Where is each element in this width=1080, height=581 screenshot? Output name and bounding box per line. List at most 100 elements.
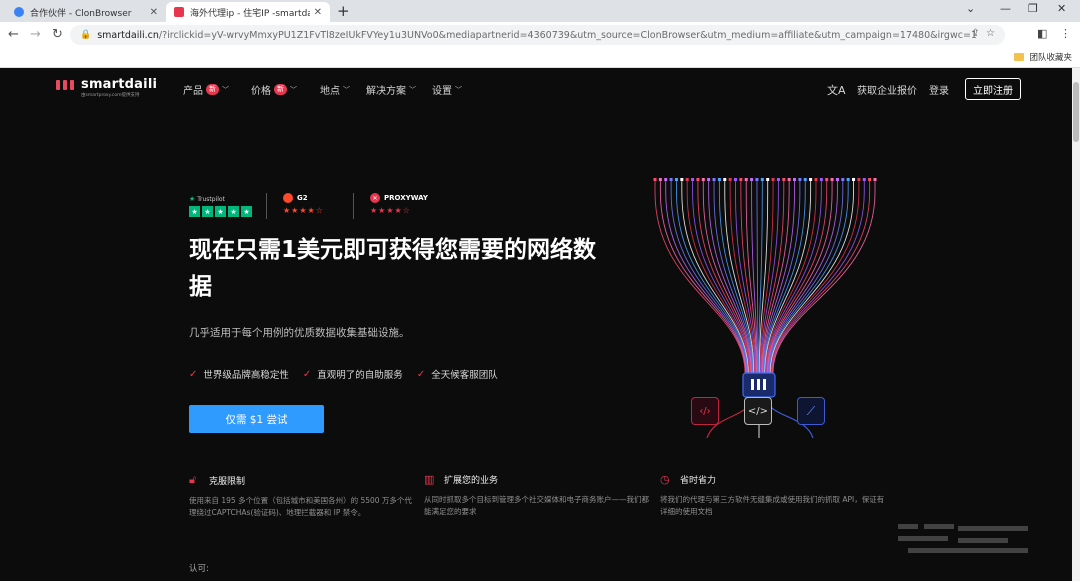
funnel-dot bbox=[680, 178, 684, 181]
new-badge: 新 bbox=[206, 84, 219, 95]
more-menu-icon[interactable]: ⋮ bbox=[1060, 27, 1071, 40]
proxyway-rating[interactable]: ✕ PROXYWAY ★★★★☆ bbox=[370, 193, 428, 215]
funnel-dot bbox=[733, 178, 737, 181]
nav-pricing[interactable]: 价格 新 ﹀ bbox=[251, 82, 297, 97]
bookmark-folder-team[interactable]: 团队收藏夹 bbox=[1014, 51, 1072, 63]
bookmark-folder-label: 团队收藏夹 bbox=[1029, 53, 1072, 63]
try-one-dollar-button[interactable]: 仅需 $1 尝试 bbox=[189, 405, 324, 433]
new-tab-button[interactable]: + bbox=[337, 2, 350, 20]
benefit-save-time: ◷ 省时省力 将我们的代理与第三方软件无缝集成或使用我们的抓取 API，保证有详细… bbox=[660, 473, 885, 518]
minimize-icon[interactable]: — bbox=[1000, 2, 1011, 15]
g2-logo-icon bbox=[283, 193, 293, 203]
address-bar-row: ← → ↻ 🔒 smartdaili.cn/?irclickid=yV-wrvy… bbox=[0, 22, 1080, 48]
funnel-dot bbox=[653, 178, 657, 181]
g2-logo: G2 bbox=[283, 193, 324, 203]
signup-button[interactable]: 立即注册 bbox=[965, 78, 1021, 100]
scrollbar-thumb[interactable] bbox=[1073, 82, 1079, 142]
benefit-title: 扩展您的业务 bbox=[444, 476, 499, 486]
url-input[interactable]: 🔒 smartdaili.cn/?irclickid=yV-wrvyMmxyPU… bbox=[70, 25, 1005, 45]
translate-icon[interactable]: 文A bbox=[827, 82, 846, 98]
funnel-dot bbox=[835, 178, 839, 181]
feature-label: 直观明了的自助服务 bbox=[317, 370, 403, 381]
funnel-dot bbox=[723, 178, 727, 181]
close-tab-icon[interactable]: ✕ bbox=[150, 7, 158, 18]
star-icon: ★ bbox=[189, 206, 200, 217]
tab-search-icon[interactable]: ⌄ bbox=[966, 2, 975, 15]
page-scrollbar[interactable] bbox=[1072, 68, 1080, 581]
feature-list: ✓ 世界级品牌高稳定性 ✓ 直观明了的自助服务 ✓ 全天候客服团队 bbox=[189, 367, 512, 382]
funnel-dot bbox=[755, 178, 759, 181]
close-window-icon[interactable]: ✕ bbox=[1057, 2, 1066, 15]
browser-tab-bar: 合作伙伴 - ClonBrowser ✕ 海外代理ip - 住宅IP -smar… bbox=[0, 0, 1080, 22]
funnel-dot bbox=[793, 178, 797, 181]
g2-rating[interactable]: G2 ★★★★☆ bbox=[283, 193, 324, 215]
funnel-dot bbox=[825, 178, 829, 181]
funnel-line bbox=[769, 178, 854, 374]
side-panel-icon[interactable]: ◧ bbox=[1037, 27, 1047, 40]
code-icon: </> bbox=[744, 397, 772, 425]
funnel-dot bbox=[739, 178, 743, 181]
share-icon[interactable]: ⇪ bbox=[971, 28, 979, 39]
nav-solutions[interactable]: 解决方案 ﹀ bbox=[366, 82, 416, 98]
login-link[interactable]: 登录 bbox=[929, 82, 949, 97]
chevron-down-icon: ﹀ bbox=[455, 85, 462, 94]
star-icon: ★ bbox=[241, 206, 252, 217]
forward-arrow-icon[interactable]: → bbox=[30, 26, 41, 44]
trustpilot-name: Trustpilot bbox=[197, 196, 225, 203]
benefit-scale-business: ▥ 扩展您的业务 从同时抓取多个目标到管理多个社交媒体和电子商务账户——我们都能满… bbox=[424, 473, 649, 518]
star-icon: ★ bbox=[215, 206, 226, 217]
funnel-dot bbox=[707, 178, 711, 181]
nav-settings[interactable]: 设置 ﹀ bbox=[432, 82, 462, 98]
check-icon: ✓ bbox=[416, 368, 426, 380]
enterprise-quote-link[interactable]: 获取企业报价 bbox=[857, 82, 917, 97]
funnel-line bbox=[659, 178, 747, 374]
nav-products[interactable]: 产品 新 ﹀ bbox=[183, 82, 229, 97]
nav-products-label: 产品 bbox=[183, 86, 203, 97]
star-icon: ★ bbox=[228, 206, 239, 217]
funnel-dot bbox=[862, 178, 866, 181]
close-tab-icon[interactable]: ✕ bbox=[314, 7, 322, 18]
funnel-dot bbox=[766, 178, 770, 181]
funnel-dot bbox=[857, 178, 861, 181]
feature-label: 全天候客服团队 bbox=[431, 370, 498, 381]
funnel-dot bbox=[664, 178, 668, 181]
reload-icon[interactable]: ↻ bbox=[52, 26, 63, 44]
nav-locations-label: 地点 bbox=[320, 86, 340, 97]
site-logo[interactable]: smartdaili bbox=[56, 77, 157, 92]
browser-tab-smartdaili[interactable]: 海外代理ip - 住宅IP -smartdaili ✕ bbox=[166, 2, 330, 22]
url-host: smartdaili.cn bbox=[97, 29, 159, 41]
web-page: smartdaili 由smartproxy.com提供支持 产品 新 ﹀ 价格… bbox=[0, 68, 1072, 581]
trustpilot-stars: ★ ★ ★ ★ ★ bbox=[189, 206, 252, 217]
blurred-watermark bbox=[898, 524, 1028, 558]
check-icon: ✓ bbox=[302, 368, 312, 380]
g2-stars: ★★★★☆ bbox=[283, 206, 324, 215]
funnel-dot bbox=[750, 178, 754, 181]
feature-item: ✓ 直观明了的自助服务 bbox=[302, 367, 403, 382]
nav-locations[interactable]: 地点 ﹀ bbox=[320, 82, 350, 98]
funnel-dot bbox=[696, 178, 700, 181]
restore-icon[interactable]: ❐ bbox=[1028, 2, 1038, 15]
chevron-down-icon: ﹀ bbox=[343, 85, 350, 94]
back-arrow-icon[interactable]: ← bbox=[8, 26, 19, 44]
g2-name: G2 bbox=[297, 194, 308, 202]
bookmarks-bar: 团队收藏夹 bbox=[0, 48, 1080, 68]
funnel-dot bbox=[814, 178, 818, 181]
chip-icon bbox=[742, 372, 776, 398]
bookmark-star-icon[interactable]: ☆ bbox=[986, 28, 995, 39]
funnel-line bbox=[702, 178, 752, 374]
funnel-dot bbox=[782, 178, 786, 181]
feature-label: 世界级品牌高稳定性 bbox=[203, 370, 289, 381]
benefit-text: 从同时抓取多个目标到管理多个社交媒体和电子商务账户——我们都能满足您的要求 bbox=[424, 495, 649, 516]
funnel-dot bbox=[701, 178, 705, 181]
funnel-dot bbox=[809, 178, 813, 181]
check-icon: ✓ bbox=[189, 368, 198, 380]
feature-item: ✓ 世界级品牌高稳定性 bbox=[189, 367, 289, 382]
folder-icon bbox=[1014, 53, 1025, 61]
funnel-dot bbox=[728, 178, 732, 181]
funnel-dot bbox=[873, 178, 877, 181]
chevron-down-icon: ﹀ bbox=[290, 85, 297, 94]
divider bbox=[266, 193, 267, 219]
funnel-dot bbox=[819, 178, 823, 181]
browser-tab-clonbrowser[interactable]: 合作伙伴 - ClonBrowser ✕ bbox=[6, 2, 166, 22]
proxyway-logo-icon: ✕ bbox=[370, 193, 380, 203]
